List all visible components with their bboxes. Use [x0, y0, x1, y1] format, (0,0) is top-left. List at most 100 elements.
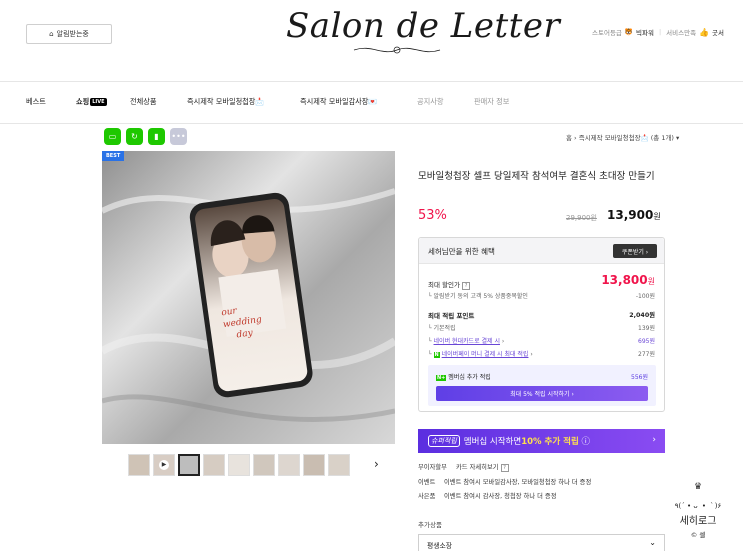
live-badge: LIVE — [90, 98, 107, 106]
nav-shopping-live[interactable]: 쇼핑 LIVE — [76, 97, 107, 107]
thumbnail-item[interactable] — [303, 454, 325, 476]
thumbnail-video[interactable]: ▶ — [153, 454, 175, 476]
thumbnail-item[interactable] — [228, 454, 250, 476]
nav-shopping-label: 쇼핑 — [76, 97, 90, 106]
event-row: 이벤트 이벤트 참여시 모바일감사장, 모바일청첩장 하나 더 증정 — [418, 477, 591, 486]
watermark-name: 세히로그 — [679, 516, 717, 527]
card-point-value: 695원 — [638, 338, 655, 345]
info-key: 무이자할부 — [418, 464, 447, 471]
home-icon: ⌂ — [49, 30, 54, 38]
chevron-right-icon: › — [652, 435, 656, 445]
sale-price: 13,900원 — [607, 208, 661, 222]
nav-all-products[interactable]: 전체상품 — [130, 97, 156, 107]
base-point-value: 139원 — [638, 325, 655, 332]
gift-row: 사은품 이벤트 참여시 감사장, 청첩장 하나 더 증정 — [418, 491, 557, 500]
max-point-label: 최대 적립 포인트 — [428, 312, 475, 320]
max-discount-value: 13,800원 — [601, 273, 655, 287]
blog-watermark: ♛ ٩(ˊ • ᴗ • ˋ)۶ 세히로그 © 셀 — [660, 482, 736, 548]
sale-price-unit: 원 — [653, 212, 661, 221]
thumbs-up-icon: 👍 — [699, 27, 710, 37]
info-icon[interactable]: ⓘ — [581, 435, 590, 447]
alarm-subscribe-button[interactable]: ⌂ 알림받는중 — [26, 24, 112, 44]
super-savings-banner[interactable]: 슈퍼적립 멤버십 시작하면 10% 추가 적립 ⓘ › — [418, 429, 665, 453]
money-point-row: └ N 네이버페이 머니 결제 시 최대 적립 › — [428, 351, 533, 358]
store-nav: 베스트 쇼핑 LIVE 전체상품 즉시제작 모바일청첩장📩 즉시제작 모바일감사장… — [0, 82, 743, 124]
share-row: ▭ ↻ ▮ ••• — [104, 128, 187, 145]
membership-box: N+ 멤버십 추가 적립 556원 최대 5% 적립 시작하기 › — [428, 365, 656, 406]
nav-seller-info[interactable]: 판매자 정보 — [474, 97, 509, 107]
store-grade-label: 스토어등급 — [592, 29, 622, 37]
card-point-row: └ 네이버 현대카드로 결제 시 › — [428, 338, 505, 345]
top-header: ⌂ 알림받는중 Salon de Letter 스토어등급 🐯 빅파워 | 서비… — [0, 0, 743, 82]
max-point-value: 2,040원 — [629, 312, 655, 319]
play-icon: ▶ — [159, 460, 169, 470]
service-value: 굿서 — [712, 29, 724, 37]
bookmark-icon[interactable]: ▮ — [148, 128, 165, 145]
info-value[interactable]: 카드 자세히보기 — [456, 464, 499, 471]
talktalk-icon[interactable]: ▭ — [104, 128, 121, 145]
alarm-discount-value: -100원 — [635, 293, 655, 300]
card-point-link[interactable]: 네이버 현대카드로 결제 시 — [434, 338, 500, 345]
product-photo-graphic: our wedding day — [102, 151, 395, 444]
crown-icon: ♛ — [693, 482, 703, 492]
grade-icon: 🐯 — [624, 28, 633, 36]
chevron-down-icon: ⌄ — [649, 538, 656, 547]
store-util: 스토어등급 🐯 빅파워 | 서비스만족 👍 굿서 — [592, 27, 724, 38]
addon-select[interactable]: 평생소장 ⌄ — [418, 534, 665, 551]
thumbnail-item[interactable] — [253, 454, 275, 476]
nav-notice[interactable]: 공지사항 — [417, 97, 443, 107]
thumbnail-item[interactable] — [203, 454, 225, 476]
product-title: 모바일청첩장 셀프 당일제작 참석여부 결혼식 초대장 만들기 — [418, 171, 655, 182]
benefit-header: 세허님만을 위한 혜택 쿠폰받기 › — [419, 238, 664, 264]
info-key: 이벤트 — [418, 479, 436, 486]
max-discount-number: 13,800 — [601, 273, 648, 287]
product-main-image[interactable]: our wedding day BEST — [102, 151, 395, 444]
alarm-discount-row: └ 알림받기 동의 고객 5% 상품중복할인 — [428, 293, 528, 300]
membership-start-button[interactable]: 최대 5% 적립 시작하기 › — [436, 386, 648, 401]
thumbnail-item[interactable] — [178, 454, 200, 476]
info-key: 사은품 — [418, 493, 436, 500]
more-icon[interactable]: ••• — [170, 128, 187, 145]
installment-row: 무이자할부 카드 자세히보기 ? — [418, 462, 509, 472]
breadcrumb[interactable]: 홈 › 즉시제작 모바일청첩장📩 (총 1개) ▾ — [566, 132, 679, 142]
chevron-right-icon[interactable]: › — [374, 457, 379, 471]
coupon-button[interactable]: 쿠폰받기 › — [613, 244, 657, 258]
refresh-icon[interactable]: ↻ — [126, 128, 143, 145]
npay-icon: N — [433, 352, 440, 358]
money-point-value: 277원 — [638, 351, 655, 358]
best-badge: BEST — [102, 151, 125, 161]
max-discount-label: 최대 할인가 ? — [428, 279, 471, 290]
super-savings-text-b: 10% 추가 적립 — [521, 437, 579, 447]
watermark-copyright: © 셀 — [690, 531, 706, 539]
nav-mobile-invitation[interactable]: 즉시제작 모바일청첩장📩 — [187, 97, 264, 107]
membership-value: 556원 — [631, 374, 648, 381]
base-point-label: └ 기본적립 — [428, 325, 456, 332]
logo-flourish-icon — [353, 46, 441, 54]
info-value: 이벤트 참여시 모바일감사장, 모바일청첩장 하나 더 증정 — [444, 479, 592, 486]
original-price: 29,900원 — [566, 214, 597, 222]
super-savings-tag: 슈퍼적립 — [428, 435, 460, 447]
service-label: 서비스만족 — [666, 29, 697, 37]
divider: | — [658, 28, 662, 36]
help-icon[interactable]: ? — [500, 464, 509, 472]
membership-text: 멤버십 추가 적립 — [448, 374, 491, 381]
benefit-box: 세허님만을 위한 혜택 쿠폰받기 › 최대 할인가 ? 13,800원 └ 알림… — [418, 237, 665, 412]
max-discount-unit: 원 — [647, 277, 655, 286]
thumbnail-item[interactable] — [278, 454, 300, 476]
thumbnail-item[interactable] — [328, 454, 350, 476]
thumbnail-item[interactable] — [128, 454, 150, 476]
benefit-title: 세허님만을 위한 혜택 — [428, 247, 495, 256]
nav-mobile-thankyou[interactable]: 즉시제작 모바일감사장💌 — [300, 97, 377, 107]
watermark-emoticon: ٩(ˊ • ᴗ • ˋ)۶ — [674, 502, 722, 510]
nplus-icon: N+ — [436, 375, 447, 381]
money-point-link[interactable]: 네이버페이 머니 결제 시 최대 적립 — [442, 351, 529, 358]
thumbnail-strip: ▶ — [128, 454, 350, 476]
nav-best[interactable]: 베스트 — [26, 97, 46, 107]
alarm-label: 알림받는중 — [56, 30, 89, 38]
store-grade-value: 빅파워 — [636, 29, 654, 37]
help-icon[interactable]: ? — [462, 282, 471, 290]
addon-label: 추가상품 — [418, 521, 442, 529]
super-savings-text-a: 멤버십 시작하면 — [463, 437, 522, 447]
max-discount-text: 최대 할인가 — [428, 281, 460, 289]
membership-label: N+ 멤버십 추가 적립 — [436, 372, 491, 381]
